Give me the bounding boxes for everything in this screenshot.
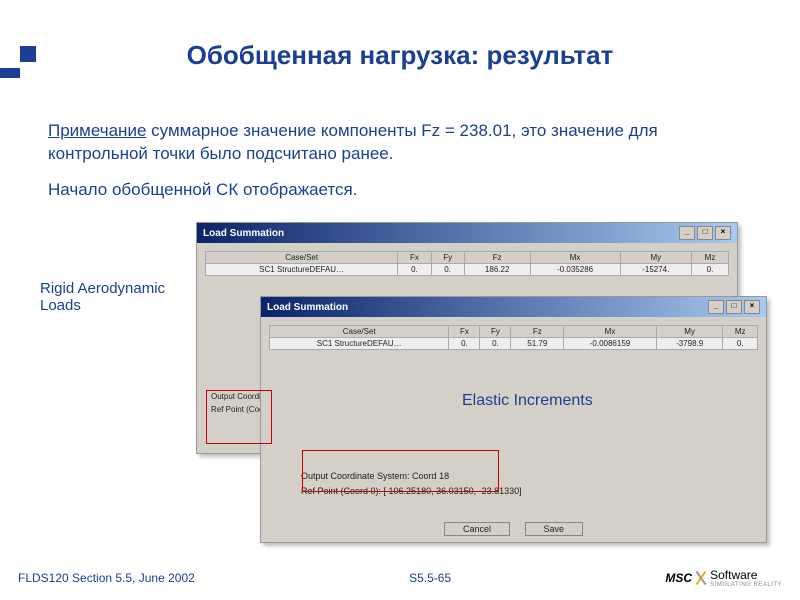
note-paragraph: Примечание суммарное значение компоненты… [48, 120, 760, 166]
th: Mz [692, 252, 729, 264]
th: Fx [398, 252, 431, 264]
loads-table: Case/Set Fx Fy Fz Mx My Mz SC1 Structure… [269, 325, 758, 350]
paragraph-2: Начало обобщенной СК отображается. [48, 180, 760, 200]
minimize-button[interactable]: _ [708, 300, 724, 314]
th: Fz [511, 326, 564, 338]
table-header-row: Case/Set Fx Fy Fz Mx My Mz [270, 326, 758, 338]
td: 0. [398, 264, 431, 276]
footer-left: FLDS120 Section 5.5, June 2002 [18, 571, 195, 585]
td: 0. [449, 338, 480, 350]
dialog-body: Case/Set Fx Fy Fz Mx My Mz SC1 Structure… [261, 317, 766, 358]
slide: Обобщенная нагрузка: результат Примечани… [0, 0, 800, 600]
note-label: Примечание [48, 121, 146, 140]
page-title: Обобщенная нагрузка: результат [0, 40, 800, 71]
td: 51.79 [511, 338, 564, 350]
close-button[interactable]: × [744, 300, 760, 314]
highlight-box-2 [302, 450, 499, 492]
cancel-button[interactable]: Cancel [444, 522, 510, 536]
minimize-button[interactable]: _ [679, 226, 695, 240]
td: 186.22 [464, 264, 530, 276]
logo-text-msc: MSC [665, 571, 692, 585]
td: 0. [431, 264, 464, 276]
td: -3798.9 [656, 338, 723, 350]
th: Mx [564, 326, 657, 338]
td: 0. [723, 338, 758, 350]
table-header-row: Case/Set Fx Fy Fz Mx My Mz [206, 252, 729, 264]
th: Fx [449, 326, 480, 338]
footer: FLDS120 Section 5.5, June 2002 S5.5-65 M… [0, 568, 800, 588]
td: SC1 StructureDEFAU… [206, 264, 398, 276]
td: SC1 StructureDEFAU… [270, 338, 449, 350]
th: Case/Set [206, 252, 398, 264]
dialog-title: Load Summation [267, 302, 348, 313]
logo-x-icon [694, 571, 708, 585]
table-row: SC1 StructureDEFAU… 0. 0. 51.79 -0.00861… [270, 338, 758, 350]
th: Case/Set [270, 326, 449, 338]
table-row: SC1 StructureDEFAU… 0. 0. 186.22 -0.0352… [206, 264, 729, 276]
logo-text-software: Software [710, 568, 757, 582]
dialog-title: Load Summation [203, 228, 284, 239]
th: My [620, 252, 691, 264]
button-row: Cancel Save [261, 522, 766, 536]
th: Fy [480, 326, 511, 338]
th: Fy [431, 252, 464, 264]
th: Fz [464, 252, 530, 264]
td: -15274. [620, 264, 691, 276]
td: -0.035286 [530, 264, 620, 276]
th: My [656, 326, 723, 338]
td: 0. [480, 338, 511, 350]
save-button[interactable]: Save [525, 522, 584, 536]
td: 0. [692, 264, 729, 276]
th: Mx [530, 252, 620, 264]
dialog-load-summation-front: Load Summation _ □ × Case/Set Fx Fy Fz M… [260, 296, 767, 543]
maximize-button[interactable]: □ [697, 226, 713, 240]
logo-tagline: SIMULATING REALITY [710, 582, 782, 588]
label-elastic-increments: Elastic Increments [462, 392, 593, 410]
footer-page-number: S5.5-65 [195, 571, 666, 585]
close-button[interactable]: × [715, 226, 731, 240]
maximize-button[interactable]: □ [726, 300, 742, 314]
td: -0.0086159 [564, 338, 657, 350]
dialog-titlebar[interactable]: Load Summation _ □ × [261, 297, 766, 317]
highlight-box-1 [206, 390, 272, 444]
label-rigid-loads: Rigid AerodynamicLoads [40, 280, 165, 314]
msc-logo: MSC Software SIMULATING REALITY [665, 568, 782, 588]
dialog-titlebar[interactable]: Load Summation _ □ × [197, 223, 737, 243]
dialog-body: Case/Set Fx Fy Fz Mx My Mz SC1 Structure… [197, 243, 737, 284]
th: Mz [723, 326, 758, 338]
loads-table: Case/Set Fx Fy Fz Mx My Mz SC1 Structure… [205, 251, 729, 276]
